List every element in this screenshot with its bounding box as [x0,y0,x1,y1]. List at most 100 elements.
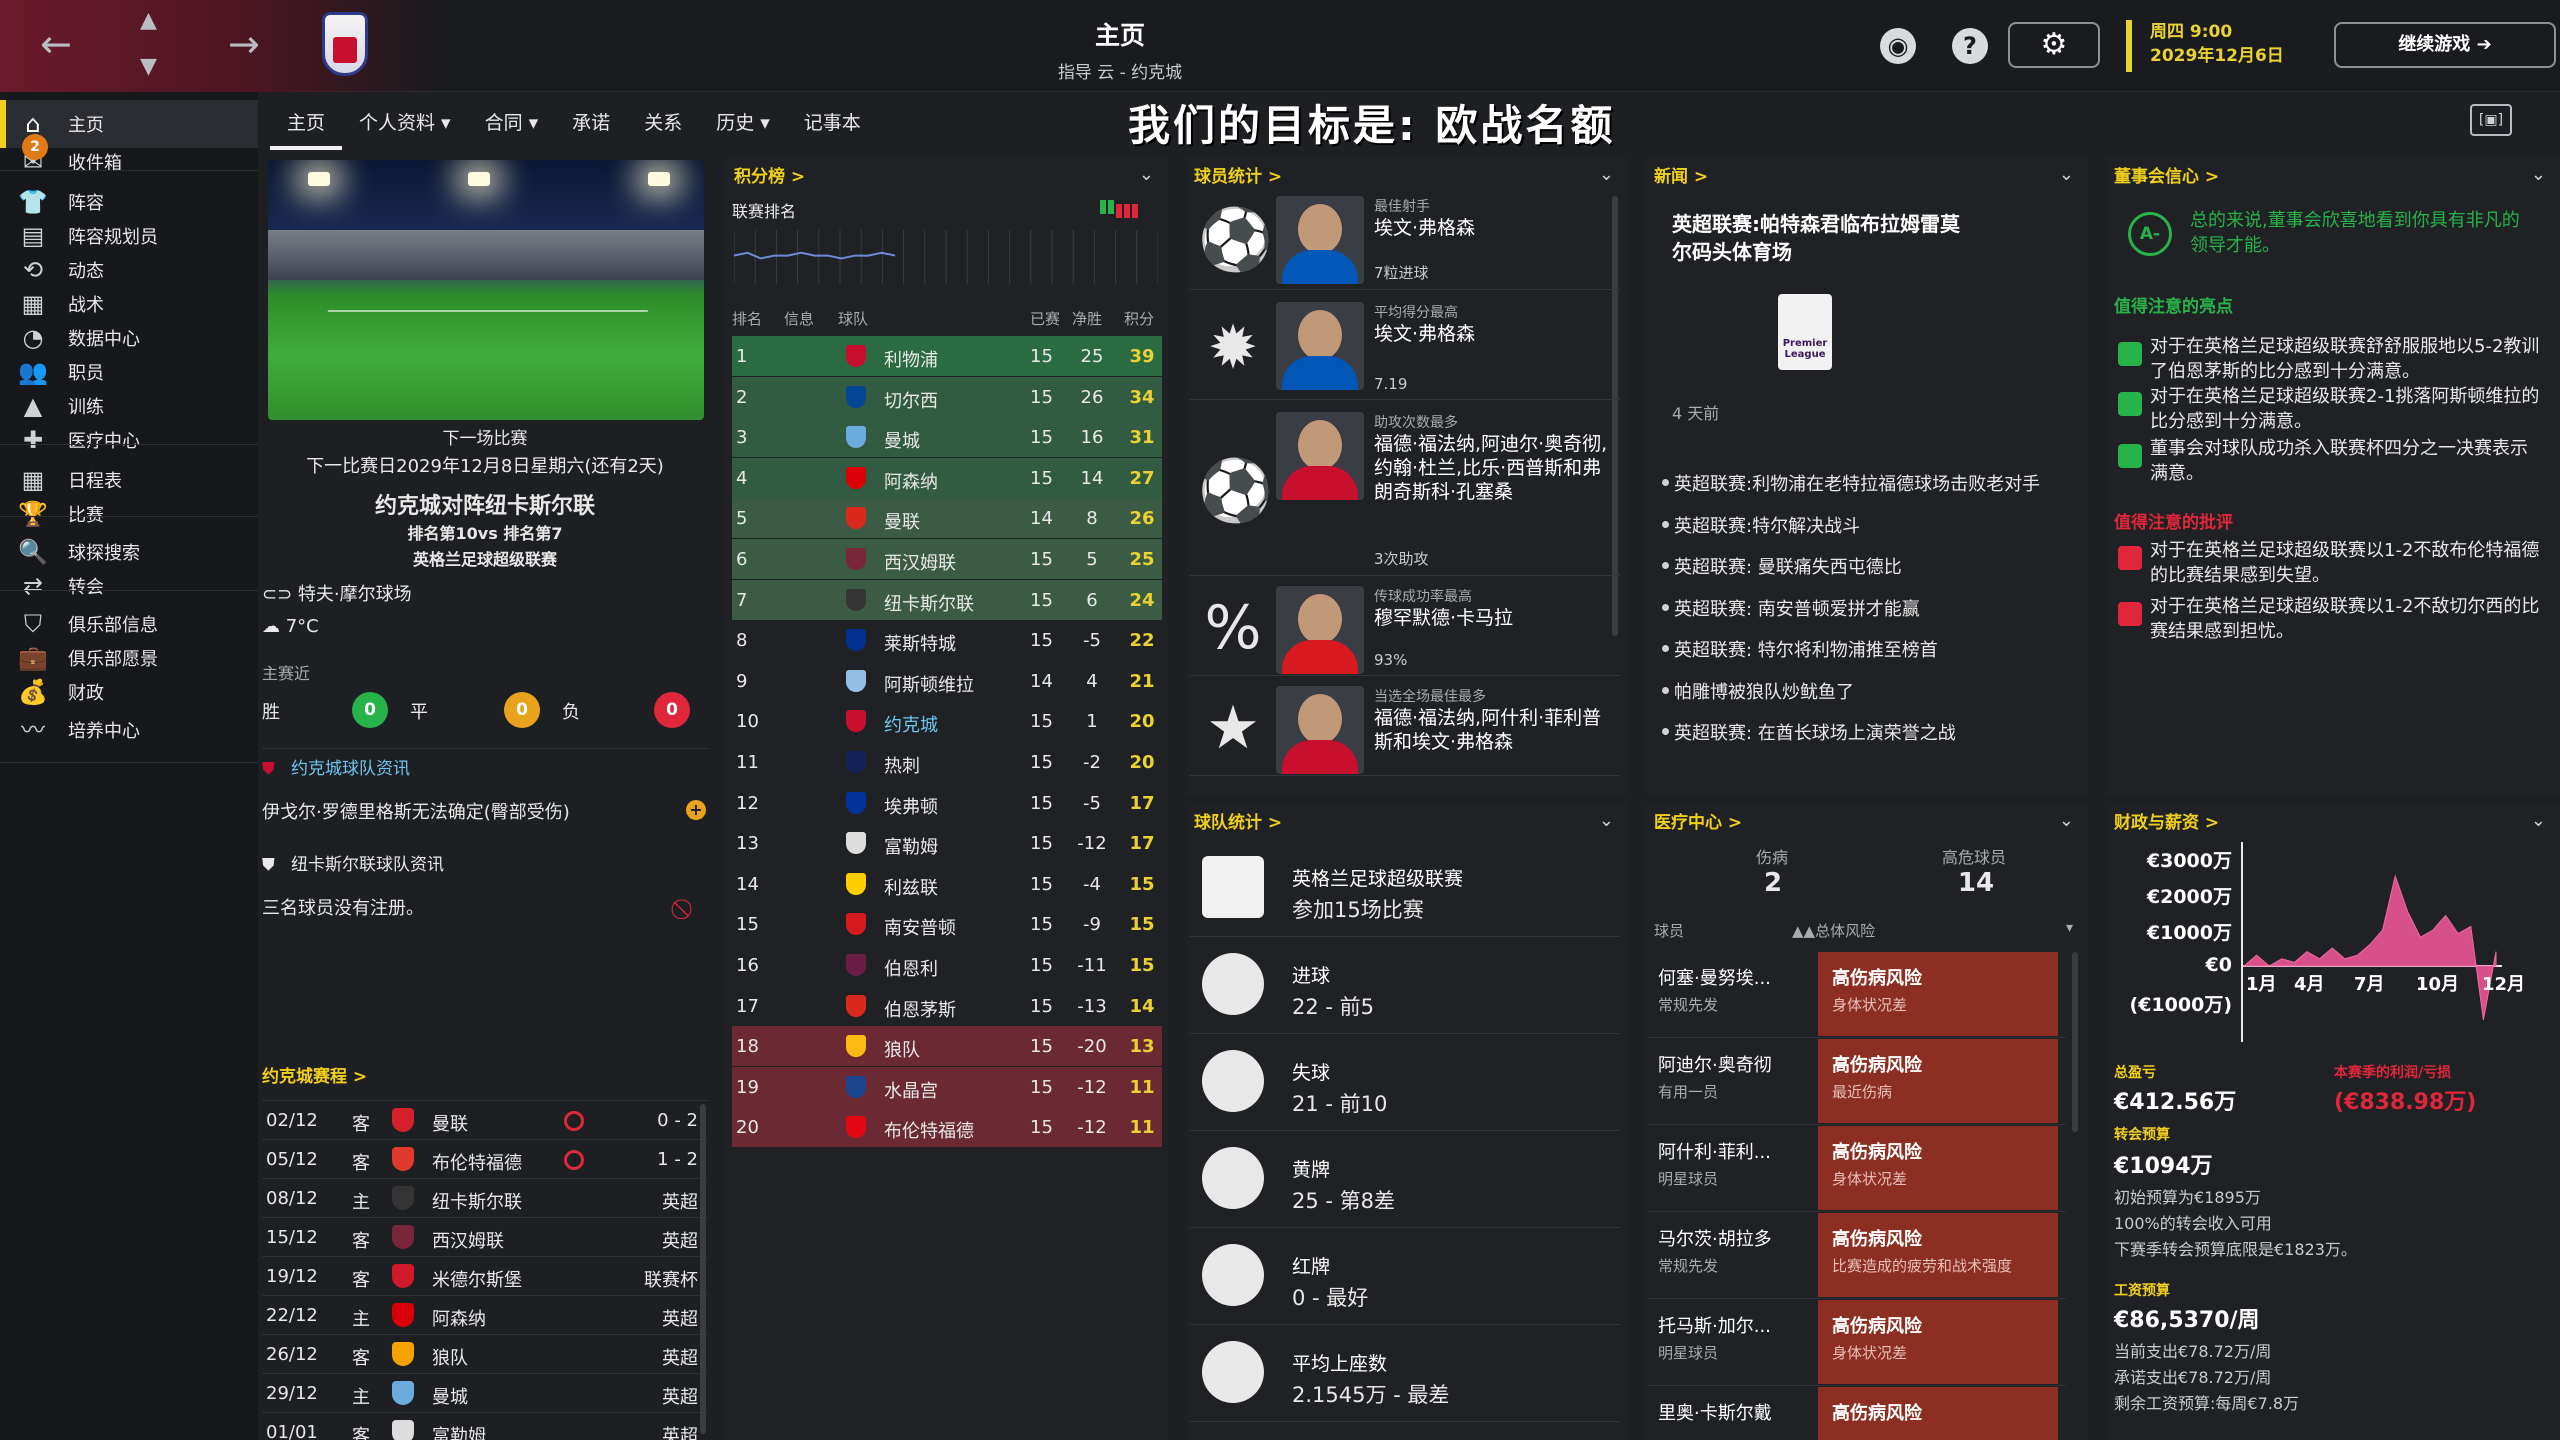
tab-6[interactable]: 记事本 [787,100,878,150]
medical-scrollbar[interactable] [2072,952,2078,1132]
news-item[interactable]: 帕雕博被狼队炒鱿鱼了 [1662,678,1854,704]
sidebar-item-17[interactable]: 〰 培养中心 [0,706,258,754]
league-table-row[interactable]: 9 阿斯顿维拉 14 4 21 [732,661,1162,701]
next-match-fixture[interactable]: 约克城对阵纽卡斯尔联 [262,488,708,520]
league-table-row[interactable]: 15 南安普顿 15 -9 15 [732,904,1162,944]
york-news-row[interactable]: ⛊ 约克城球队资讯 [262,754,410,779]
continue-game-button[interactable]: 继续游戏 ➔ [2334,22,2556,68]
newcastle-news-row[interactable]: ⛊ 纽卡斯尔联球队资讯 [262,850,444,875]
team-stat-item[interactable]: 英格兰足球超级联赛 参加15场比赛 [1190,840,1620,937]
settings-gear-icon[interactable]: ⚙ [2008,22,2100,68]
medical-row[interactable]: 阿什利·菲利... 明星球员 高伤病风险 身体状况差 [1648,1126,2066,1212]
tab-1[interactable]: 个人资料 ▾ [342,100,468,150]
player-stat-item[interactable]: ⚽ 最佳射手 埃文·弗格森 7粒进球 [1190,190,1620,290]
fixture-row[interactable]: 26/12 客 狼队 英超 [262,1334,708,1372]
up-chevron-icon[interactable]: ▲ [140,8,157,33]
player-stat-item[interactable]: % 传球成功率最高 穆罕默德·卡马拉 93% [1190,580,1620,676]
fixture-row[interactable]: 08/12 主 纽卡斯尔联 英超 [262,1178,708,1216]
tab-4[interactable]: 关系 [627,100,699,150]
sort-chevron-icon[interactable]: ▾ [2066,920,2073,936]
fixture-row[interactable]: 01/01 客 富勒姆 英超 [262,1412,708,1440]
chevron-down-icon[interactable]: ⌄ [1599,164,1614,185]
chevron-down-icon[interactable]: ⌄ [1139,164,1154,185]
league-col-header[interactable]: 信息 [784,308,814,329]
team-stat-item[interactable]: 黄牌 25 - 第8差 [1190,1131,1620,1228]
fixture-row[interactable]: 05/12 客 布伦特福德 1 - 2 [262,1139,708,1177]
finance-title[interactable]: 财政与薪资 > [2114,808,2219,833]
team-stat-item[interactable]: 失球 21 - 前10 [1190,1034,1620,1131]
news-item[interactable]: 英超联赛:特尔解决战斗 [1661,512,1860,538]
league-col-header[interactable]: 净胜 [1072,308,1102,329]
fixtures-title[interactable]: 约克城赛程 > [262,1062,367,1087]
league-table-row[interactable]: 20 布伦特福德 15 -12 11 [732,1107,1162,1148]
league-table-row[interactable]: 13 富勒姆 15 -12 17 [732,823,1162,863]
medical-row[interactable]: 阿迪尔·奥奇彻 有用一员 高伤病风险 最近伤病 [1648,1039,2066,1125]
league-table-row[interactable]: 11 热刺 15 -2 20 [732,742,1162,782]
team-stat-item[interactable]: 红牌 0 - 最好 [1190,1228,1620,1325]
league-table-row[interactable]: 18 狼队 15 -20 13 [732,1026,1162,1067]
league-col-header[interactable]: 排名 [732,308,762,329]
league-table-row[interactable]: 12 埃弗顿 15 -5 17 [732,783,1162,823]
league-table-row[interactable]: 14 利兹联 15 -4 15 [732,864,1162,904]
forward-arrow-icon[interactable]: → [228,22,260,66]
league-col-header[interactable]: 球队 [838,308,868,329]
league-table-row[interactable]: 4 阿森纳 15 14 27 [732,457,1162,498]
medical-row[interactable]: 托马斯·加尔... 明星球员 高伤病风险 身体状况差 [1648,1300,2066,1386]
medical-row[interactable]: 马尔茨·胡拉多 常规先发 高伤病风险 比赛造成的疲劳和战术强度 [1648,1213,2066,1299]
league-table-row[interactable]: 2 切尔西 15 26 34 [732,376,1162,417]
world-icon[interactable]: ◉ [1880,28,1916,64]
down-chevron-icon[interactable]: ▼ [140,54,157,79]
league-col-header[interactable]: 已赛 [1030,308,1060,329]
medical-row[interactable]: 何塞·曼努埃... 常规先发 高伤病风险 身体状况差 [1648,952,2066,1038]
risk-col-header[interactable]: ▲▲总体风险 [1792,920,1875,941]
league-table-row[interactable]: 10 约克城 15 1 20 [732,701,1162,741]
player-stat-item[interactable]: ★ 当选全场最佳最多 福德·福法纳,阿什利·菲利普斯和埃文·弗格森 [1190,680,1620,776]
news-headline[interactable]: 英超联赛:帕特森君临布拉姆雷莫尔码头体育场 [1672,210,1972,266]
team-stats-title[interactable]: 球队统计 > [1194,808,1282,833]
league-table-row[interactable]: 8 莱斯特城 15 -5 22 [732,620,1162,660]
layout-view-icon[interactable]: [▣] [2470,104,2512,136]
fixtures-scrollbar[interactable] [700,1104,706,1434]
tab-5[interactable]: 历史 ▾ [699,100,787,150]
club-crest-logo[interactable] [322,12,368,76]
chevron-down-icon[interactable]: ⌄ [2531,164,2546,185]
league-table-row[interactable]: 16 伯恩利 15 -11 15 [732,945,1162,985]
fixture-row[interactable]: 02/12 客 曼联 0 - 2 [262,1100,708,1138]
medical-row[interactable]: 里奥·卡斯尔戴 高伤病风险 [1648,1387,2066,1440]
news-title[interactable]: 新闻 > [1654,162,1708,187]
news-item[interactable]: 英超联赛: 曼联痛失西屯德比 [1662,553,1902,579]
chevron-down-icon[interactable]: ⌄ [1599,810,1614,831]
chevron-down-icon[interactable]: ⌄ [2059,164,2074,185]
league-table-row[interactable]: 17 伯恩茅斯 15 -13 14 [732,986,1162,1026]
tab-2[interactable]: 合同 ▾ [468,100,556,150]
league-table-row[interactable]: 3 曼城 15 16 31 [732,417,1162,458]
add-icon[interactable]: + [686,800,706,820]
medical-title[interactable]: 医疗中心 > [1654,808,1742,833]
team-stat-item[interactable]: 平均上座数 2.1545万 - 最差 [1190,1325,1620,1422]
team-stat-item[interactable]: 进球 22 - 前5 [1190,937,1620,1034]
league-table-title[interactable]: 积分榜 > [734,162,805,187]
news-item[interactable]: 英超联赛: 南安普顿爱拼才能赢 [1662,595,1920,621]
player-stat-item[interactable]: ✹ 平均得分最高 埃文·弗格森 7.19 [1190,296,1620,400]
league-table-row[interactable]: 7 纽卡斯尔联 15 6 24 [732,579,1162,620]
player-stat-item[interactable]: ⚽ 助攻次数最多 福德·福法纳,阿迪尔·奥奇彻,约翰·杜兰,比乐·西普斯和弗朗奇斯科… [1190,406,1620,576]
tab-0[interactable]: 主页 [270,100,343,150]
help-icon[interactable]: ? [1952,28,1988,64]
board-title[interactable]: 董事会信心 > [2114,162,2219,187]
back-arrow-icon[interactable]: ← [40,22,72,66]
league-table-row[interactable]: 19 水晶宫 15 -12 11 [732,1066,1162,1107]
tab-3[interactable]: 承诺 [555,100,627,150]
fixture-row[interactable]: 15/12 客 西汉姆联 英超 [262,1217,708,1255]
player-stats-title[interactable]: 球员统计 > [1194,162,1282,187]
league-col-header[interactable]: 积分 [1124,308,1154,329]
league-table-row[interactable]: 6 西汉姆联 15 5 25 [732,539,1162,579]
chevron-down-icon[interactable]: ⌄ [2059,810,2074,831]
fixture-row[interactable]: 19/12 客 米德尔斯堡 联赛杯 [262,1256,708,1294]
league-table-row[interactable]: 1 利物浦 15 25 39 [732,336,1162,376]
news-item[interactable]: 英超联赛: 在酋长球场上演荣誉之战 [1662,719,1956,745]
chevron-down-icon[interactable]: ⌄ [2531,810,2546,831]
newcastle-news-item[interactable]: 三名球员没有注册。 [262,894,424,920]
fixture-row[interactable]: 22/12 主 阿森纳 英超 [262,1295,708,1333]
news-item[interactable]: 英超联赛: 特尔将利物浦推至榜首 [1662,636,1938,662]
news-item[interactable]: 英超联赛:利物浦在老特拉福德球场击败老对手 [1661,470,2040,496]
